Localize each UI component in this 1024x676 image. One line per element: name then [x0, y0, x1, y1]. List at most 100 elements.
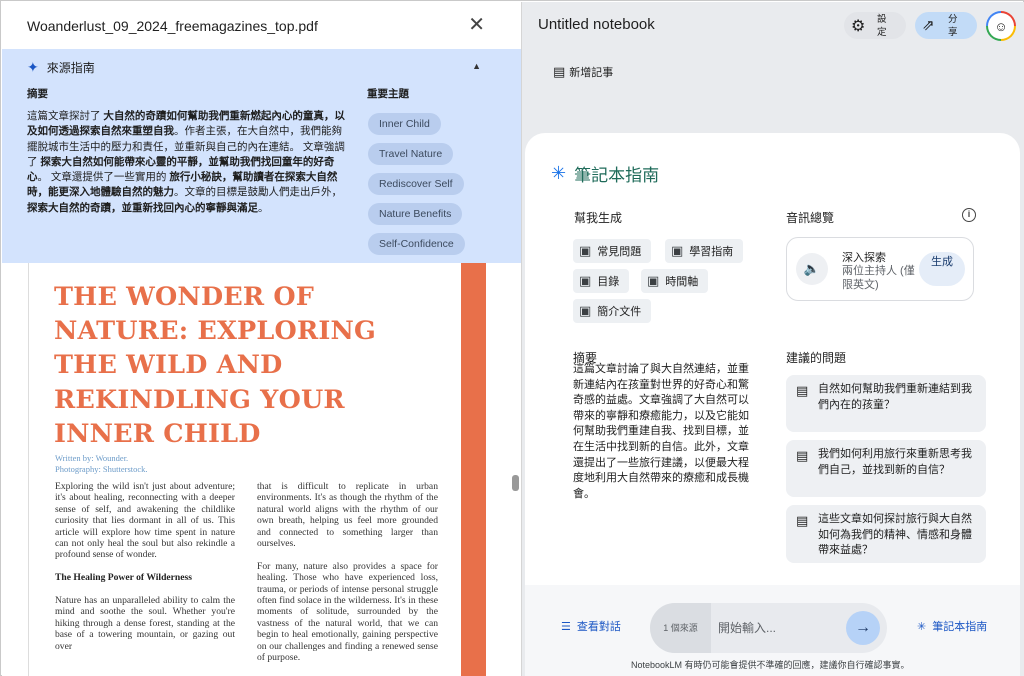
timeline-label: 時間軸	[665, 276, 699, 288]
source-guide: ✦ 來源指南 ▲ 摘要 重要主題 這篇文章探討了 大自然的奇蹟如何幫助我們重新燃…	[2, 49, 521, 263]
notebook-guide-title: ✳ 筆記本指南	[551, 161, 659, 186]
user-face-icon: ☺	[988, 13, 1014, 39]
info-icon[interactable]: i	[962, 208, 976, 222]
view-chat-button[interactable]: ☰ 查看對話	[561, 618, 621, 634]
chat-list-icon: ☰	[561, 620, 571, 633]
asterisk-icon: ✳	[551, 163, 567, 183]
source-guide-header[interactable]: ✦ 來源指南	[27, 59, 95, 76]
summary-label: 摘要	[27, 88, 48, 100]
study-guide-label: 學習指南	[689, 246, 734, 258]
notebook-summary-text: 這篇文章討論了與大自然連結，並重新連結內在孩童對世界的好奇心和驚奇感的益處。文章…	[573, 363, 749, 500]
app-window: Woanderlust_09_2024_freemagazines_top.pd…	[0, 0, 1024, 676]
source-header: Woanderlust_09_2024_freemagazines_top.pd…	[2, 2, 521, 49]
source-summary-text: 這篇文章探討了 大自然的奇蹟如何幫助我們重新燃起內心的童真，以及如何透過探索自然…	[27, 109, 352, 216]
article-subheading: The Healing Power of Wilderness	[55, 572, 192, 584]
notebook-header: Untitled notebook ⚙ 設定 ⇗ 分享 ☺	[522, 2, 1024, 49]
article-paragraph: Exploring the wild isn't just about adve…	[55, 481, 235, 561]
topic-chip[interactable]: Rediscover Self	[368, 173, 464, 195]
suggested-question[interactable]: ▤ 我們如何利用旅行來重新思考我們自己，並找到新的自信？	[786, 440, 986, 497]
scrollbar-thumb[interactable]	[512, 475, 519, 491]
source-guide-title: 來源指南	[46, 61, 95, 75]
generate-button[interactable]: 生成	[919, 252, 965, 286]
suggested-questions-label: 建議的問題	[786, 351, 847, 365]
topic-chip[interactable]: Inner Child	[368, 113, 441, 135]
notebook-guide-title-text: 筆記本指南	[574, 166, 660, 185]
article-paragraph: Nature has an unparalleled ability to ca…	[55, 595, 235, 652]
audio-title: 深入探索	[842, 252, 886, 264]
gear-icon: ⚙	[851, 18, 866, 35]
timeline-button[interactable]: ▣ 時間軸	[641, 269, 709, 293]
source-count-badge: 1 個來源	[650, 603, 711, 653]
settings-label: 設定	[877, 14, 887, 38]
source-panel: Woanderlust_09_2024_freemagazines_top.pd…	[2, 2, 521, 676]
chevron-up-icon[interactable]: ▲	[472, 61, 481, 71]
chat-add-icon: ▤	[796, 513, 809, 528]
share-icon: ⇗	[922, 17, 935, 34]
view-chat-label: 查看對話	[576, 621, 621, 633]
article-paragraph: that is difficult to replicate in urban …	[257, 481, 438, 550]
article-paragraph: For many, nature also provides a space f…	[257, 560, 438, 664]
avatar[interactable]: ☺	[986, 11, 1016, 41]
speaker-icon: 🔈	[796, 253, 828, 285]
notebook-guide-button-label: 筆記本指南	[932, 621, 988, 633]
article-headline: THE WONDER OF NATURE: EXPLORING THE WILD…	[54, 282, 376, 449]
share-label: 分享	[948, 14, 958, 38]
sparkle-icon: ✦	[27, 59, 39, 75]
add-note-button[interactable]: ▤ 新增記事	[553, 64, 613, 80]
faq-label: 常見問題	[597, 246, 642, 258]
article-column-2: that is difficult to replicate in urban …	[257, 481, 438, 675]
topics-label: 重要主題	[367, 88, 409, 100]
suggested-question[interactable]: ▤ 這些文章如何探討旅行與大自然如何為我們的精神、情感和身體帶來益處？	[786, 505, 986, 563]
settings-button[interactable]: ⚙ 設定	[844, 12, 906, 39]
notebook-panel: Untitled notebook ⚙ 設定 ⇗ 分享 ☺ ▤ 新增記事 ✳ 筆…	[522, 2, 1024, 676]
doc-add-icon: ▣	[579, 243, 592, 258]
summary-segment: 。文章的目標是鼓勵人們走出戶外，	[174, 186, 342, 199]
photo-credit: Photography: Shutterstock.	[55, 463, 148, 474]
briefing-doc-label: 簡介文件	[597, 306, 642, 318]
note-add-icon: ▤	[553, 64, 566, 79]
chat-input-bar[interactable]: 1 個來源 開始輸入... →	[650, 603, 887, 653]
question-text: 我們如何利用旅行來重新思考我們自己，並找到新的自信？	[818, 448, 972, 476]
topic-chip[interactable]: Self-Confidence	[368, 233, 465, 255]
chat-add-icon: ▤	[796, 448, 809, 463]
disclaimer-text: NotebookLM 有時仍可能會提供不準確的回應，建議你自行確認事實。	[631, 660, 910, 670]
question-text: 自然如何幫助我們重新連結到我們內在的孩童？	[818, 383, 972, 411]
audio-overview-card: 🔈 深入探索 兩位主持人 (僅限英文) 生成	[786, 237, 974, 301]
faq-button[interactable]: ▣ 常見問題	[573, 239, 652, 263]
page-accent-bar	[461, 263, 486, 676]
doc-add-icon: ▣	[579, 273, 592, 288]
toc-label: 目錄	[597, 276, 620, 288]
audio-subtitle: 兩位主持人 (僅限英文)	[842, 265, 915, 291]
notebook-title[interactable]: Untitled notebook	[538, 16, 655, 33]
article-byline: Written by: Wounder. Photography: Shutte…	[55, 453, 148, 474]
chat-input[interactable]: 開始輸入...	[718, 619, 776, 636]
notebook-guide-button[interactable]: ✳ 筆記本指南	[917, 618, 987, 634]
asterisk-icon: ✳	[917, 620, 927, 633]
doc-add-icon: ▣	[647, 273, 660, 288]
chat-add-icon: ▤	[796, 383, 809, 398]
audio-overview-label: 音訊總覽	[786, 211, 835, 225]
summary-segment: 。	[258, 201, 269, 214]
document-title: Woanderlust_09_2024_freemagazines_top.pd…	[27, 17, 318, 34]
study-guide-button[interactable]: ▣ 學習指南	[665, 239, 744, 263]
topic-chip[interactable]: Nature Benefits	[368, 203, 463, 225]
topic-chips: Inner Child Travel Nature Rediscover Self N…	[368, 113, 465, 255]
send-arrow-icon[interactable]: →	[846, 611, 880, 645]
share-button[interactable]: ⇗ 分享	[915, 12, 977, 39]
briefing-doc-button[interactable]: ▣ 簡介文件	[573, 299, 652, 323]
writer-credit: Written by: Wounder.	[55, 453, 129, 463]
doc-add-icon: ▣	[579, 303, 592, 318]
add-note-label: 新增記事	[569, 67, 614, 79]
question-text: 這些文章如何探討旅行與大自然如何為我們的精神、情感和身體帶來益處？	[818, 513, 972, 556]
notebook-guide-card: ✳ 筆記本指南 幫我生成 ▣ 常見問題 ▣ 學習指南 ▣ 目錄 ▣ 時間軸 ▣ 簡介文件 …	[525, 133, 1020, 603]
toc-button[interactable]: ▣ 目錄	[573, 269, 630, 293]
topic-chip[interactable]: Travel Nature	[368, 143, 454, 165]
close-icon[interactable]: ✕	[468, 15, 485, 35]
suggested-question[interactable]: ▤ 自然如何幫助我們重新連結到我們內在的孩童？	[786, 375, 986, 432]
summary-segment: 。 文章還提供了一些實用的	[37, 171, 170, 184]
doc-add-icon: ▣	[671, 243, 684, 258]
article-column-1: Exploring the wild isn't just about adve…	[55, 481, 235, 663]
summary-bold-segment: 探索大自然的奇蹟，並重新找回內心的寧靜與滿足	[27, 201, 258, 214]
summary-segment: 這篇文章探討了	[27, 110, 104, 122]
help-generate-label: 幫我生成	[574, 211, 623, 225]
